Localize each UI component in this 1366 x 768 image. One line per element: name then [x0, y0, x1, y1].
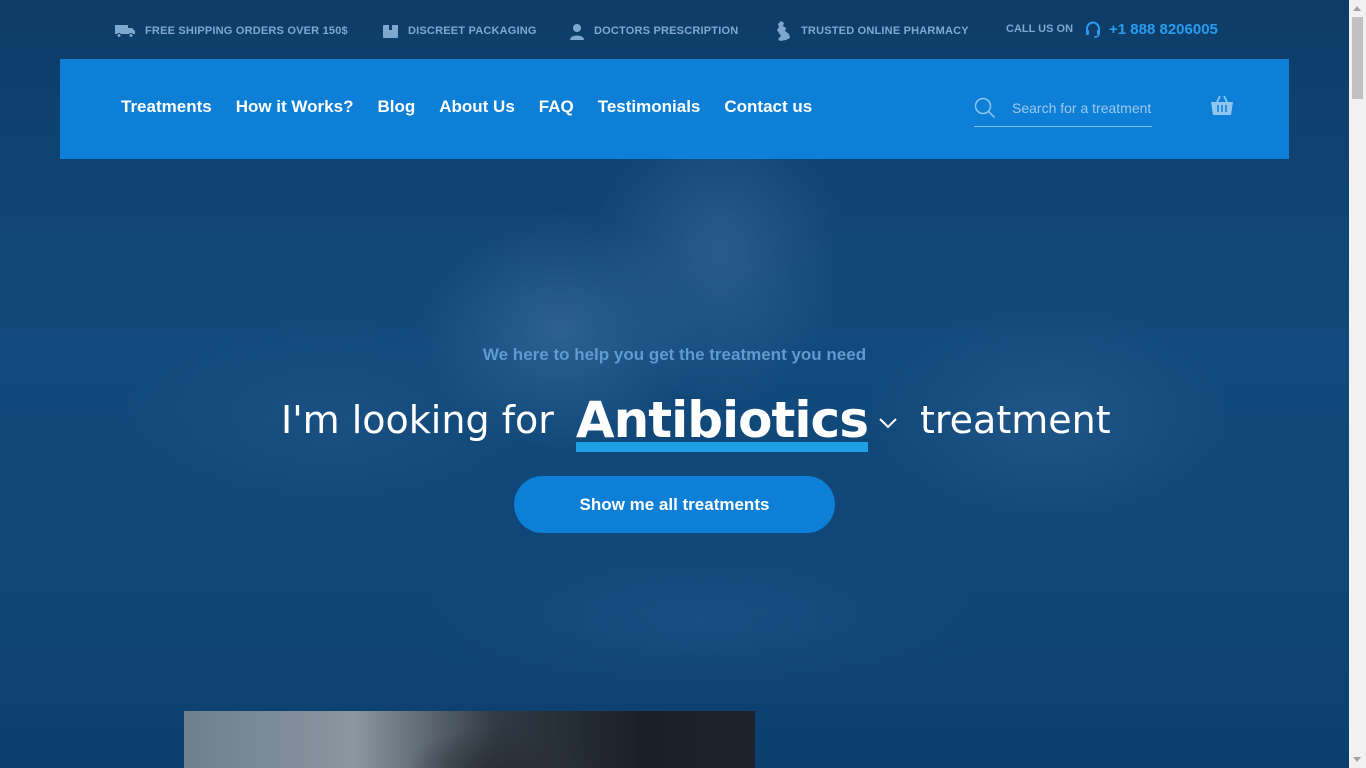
doctor-icon — [570, 23, 584, 40]
call-us: CALL US ON +1 888 8206005 — [1006, 18, 1218, 40]
topbar-item-packaging: DISCREET PACKAGING — [382, 21, 537, 41]
topbar-item-prescription: DOCTORS PRESCRIPTION — [569, 21, 738, 41]
main-nav: Treatments How it Works? Blog About Us F… — [60, 59, 1289, 159]
treatment-select[interactable]: Antibiotics — [576, 395, 898, 446]
headset-icon — [1086, 20, 1101, 38]
finder-prefix: I'm looking for — [281, 398, 554, 442]
search-box — [974, 90, 1152, 127]
treatment-finder: I'm looking for Antibiotics treatment — [281, 390, 1111, 450]
nav-item-faq[interactable]: FAQ — [539, 97, 574, 117]
finder-suffix: treatment — [919, 398, 1111, 442]
nav-menu: Treatments How it Works? Blog About Us F… — [121, 97, 812, 117]
couple-photo — [184, 711, 755, 768]
topbar-item-label: DISCREET PACKAGING — [408, 25, 537, 37]
nav-item-treatments[interactable]: Treatments — [121, 97, 212, 117]
topbar-item-label: FREE SHIPPING ORDERS OVER 150$ — [145, 25, 348, 37]
uk-map-icon — [777, 21, 790, 41]
topbar-item-shipping: FREE SHIPPING ORDERS OVER 150$ — [115, 21, 348, 41]
page-scrollbar[interactable] — [1349, 0, 1366, 768]
truck-icon — [115, 25, 135, 38]
topbar-item-trusted: TRUSTED ONLINE PHARMACY — [774, 21, 969, 41]
topbar-item-label: DOCTORS PRESCRIPTION — [594, 25, 739, 37]
phone-link[interactable]: +1 888 8206005 — [1085, 21, 1218, 38]
chevron-down-icon — [879, 418, 897, 429]
nav-item-blog[interactable]: Blog — [377, 97, 415, 117]
search-input[interactable] — [1012, 100, 1152, 116]
treatment-select-value-wrap: Antibiotics — [576, 395, 869, 446]
basket-icon — [1211, 95, 1233, 115]
selected-treatment: Antibiotics — [575, 390, 869, 449]
scroll-down-arrow[interactable] — [1353, 757, 1361, 762]
show-all-treatments-button[interactable]: Show me all treatments — [514, 476, 835, 533]
search-icon[interactable] — [974, 97, 996, 119]
phone-number: +1 888 8206005 — [1109, 20, 1218, 38]
nav-item-contact-us[interactable]: Contact us — [724, 97, 812, 117]
hero-tagline: We here to help you get the treatment yo… — [482, 345, 867, 364]
scroll-up-arrow[interactable] — [1353, 6, 1361, 11]
nav-item-how-it-works[interactable]: How it Works? — [236, 97, 354, 117]
nav-item-about-us[interactable]: About Us — [439, 97, 515, 117]
cart-button[interactable] — [1210, 94, 1234, 116]
nav-item-testimonials[interactable]: Testimonials — [598, 97, 701, 117]
call-us-label: CALL US ON — [1006, 23, 1074, 35]
topbar-item-label: TRUSTED ONLINE PHARMACY — [801, 25, 969, 37]
top-info-strip: FREE SHIPPING ORDERS OVER 150$ DISCREET … — [0, 0, 1349, 59]
scroll-thumb[interactable] — [1352, 17, 1363, 99]
package-icon — [383, 25, 398, 38]
